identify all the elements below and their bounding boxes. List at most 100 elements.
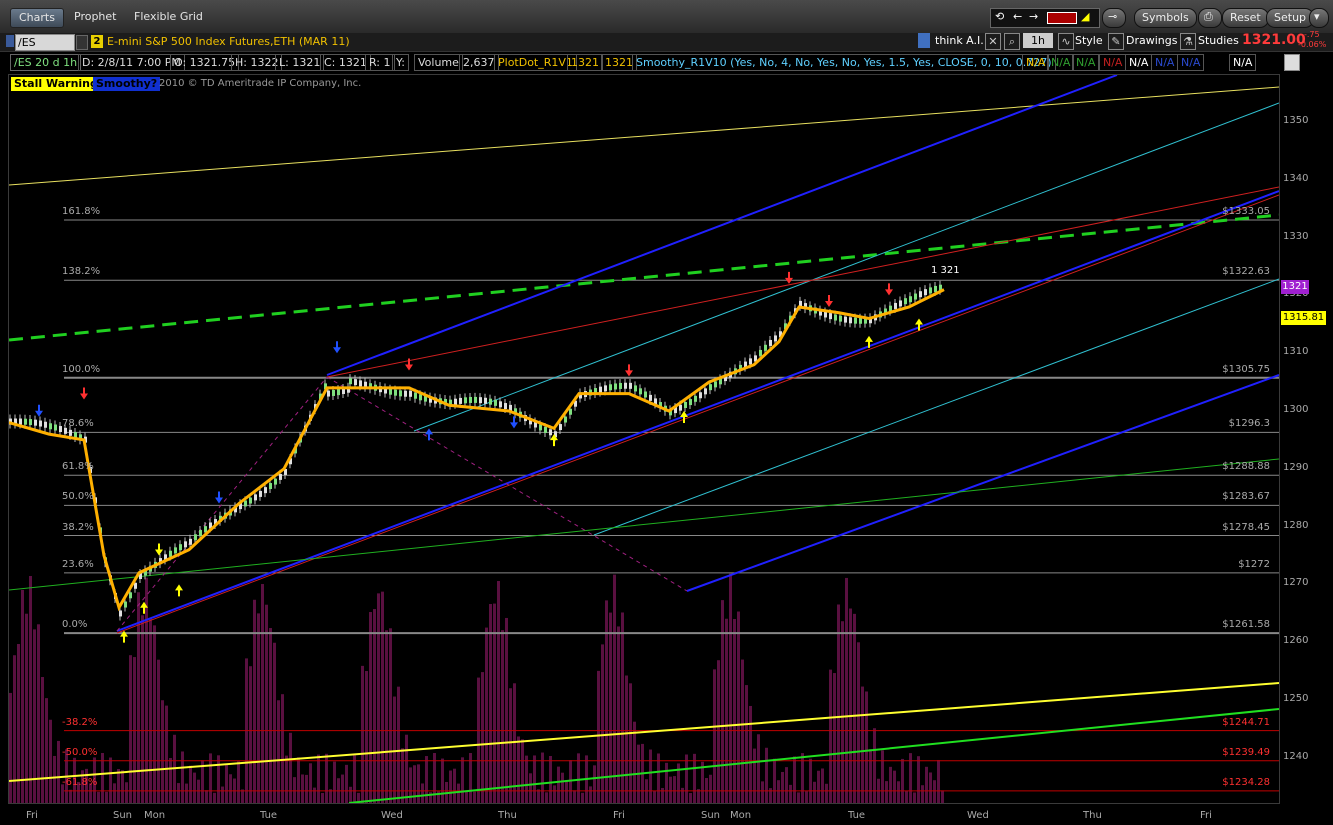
volume-bar bbox=[649, 749, 652, 803]
resize-icon[interactable]: ◢ bbox=[1081, 10, 1089, 23]
volume-bar bbox=[849, 608, 852, 803]
candle-body bbox=[454, 398, 457, 405]
link-icon[interactable]: ⊸ bbox=[1102, 8, 1126, 28]
tab-flexible-grid[interactable]: Flexible Grid bbox=[126, 8, 211, 26]
undo-icon[interactable]: ⟲ bbox=[995, 10, 1004, 23]
volume-bar bbox=[665, 762, 668, 803]
studies-button[interactable]: Studies bbox=[1198, 34, 1239, 47]
top-toolbar: Charts Prophet Flexible Grid ⟲ ← → ◢ ⊸ S… bbox=[0, 0, 1333, 34]
candle-body bbox=[479, 397, 482, 404]
red-channel-line bbox=[116, 194, 1279, 634]
studies-icon[interactable]: ⚗ bbox=[1180, 33, 1196, 50]
symbol-description: E-mini S&P 500 Index Futures,ETH (MAR 11… bbox=[107, 35, 350, 48]
forward-icon[interactable]: → bbox=[1029, 10, 1038, 23]
volume-bar bbox=[333, 761, 336, 803]
candle-body bbox=[34, 419, 37, 426]
volume-bar bbox=[857, 642, 860, 803]
candle-body bbox=[409, 390, 412, 397]
interval-select[interactable]: 1h bbox=[1023, 33, 1053, 48]
volume-bar bbox=[149, 617, 152, 803]
fib-price-label: $1322.63 bbox=[1222, 266, 1270, 278]
green-dashed-trendline bbox=[9, 213, 1279, 342]
last-price-annotation: 1 321 bbox=[931, 265, 960, 276]
candle-body bbox=[629, 382, 632, 389]
candle-body bbox=[404, 390, 407, 397]
volume-bar bbox=[169, 758, 172, 803]
crosshair-icon[interactable]: ✕ bbox=[985, 33, 1001, 50]
smoothy-study[interactable]: Smoothy_R1V10 (Yes, No, 4, No, Yes, No, … bbox=[632, 54, 1056, 71]
volume-bar bbox=[841, 621, 844, 803]
candle-body bbox=[544, 426, 547, 433]
volume-bar bbox=[813, 781, 816, 803]
volume-bar bbox=[317, 754, 320, 803]
volume-bar bbox=[529, 773, 532, 803]
pitchfork-upper-line bbox=[326, 75, 1118, 376]
link-group-badge[interactable]: 2 bbox=[91, 35, 103, 48]
candle-body bbox=[29, 419, 32, 426]
expand-icon[interactable] bbox=[1284, 54, 1300, 71]
candle-body bbox=[909, 296, 912, 303]
fib-price-label: $1305.75 bbox=[1222, 363, 1270, 375]
volume-bar bbox=[217, 755, 220, 803]
candle-body bbox=[129, 592, 132, 599]
tab-charts[interactable]: Charts bbox=[10, 8, 64, 28]
think-icon[interactable] bbox=[918, 33, 930, 48]
drawings-button[interactable]: Drawings bbox=[1126, 34, 1177, 47]
symbol-dropdown-icon[interactable] bbox=[76, 35, 88, 50]
candle-body bbox=[169, 550, 172, 557]
candle-body bbox=[614, 383, 617, 390]
setup-button[interactable]: Setup bbox=[1266, 8, 1315, 28]
fib-price-label: $1244.71 bbox=[1222, 716, 1270, 728]
volume-bar bbox=[57, 740, 60, 803]
volume-bar bbox=[937, 759, 940, 803]
fib-percent-label: 78.6% bbox=[62, 418, 94, 430]
reset-button[interactable]: Reset bbox=[1222, 8, 1269, 28]
volume-bar bbox=[125, 782, 128, 803]
volume-bar bbox=[269, 628, 272, 803]
volume-bar bbox=[345, 764, 348, 803]
volume-bar bbox=[157, 659, 160, 803]
volume-bar bbox=[417, 764, 420, 803]
drawings-icon[interactable]: ✎ bbox=[1108, 33, 1124, 50]
volume-bar bbox=[145, 577, 148, 803]
volume-bar bbox=[669, 776, 672, 803]
fib-price-label: $1283.67 bbox=[1222, 491, 1270, 503]
print-icon[interactable]: ⎙ bbox=[1198, 8, 1222, 28]
volume-bar bbox=[513, 683, 516, 803]
up-arrow-icon bbox=[680, 411, 688, 423]
volume-bar bbox=[117, 768, 120, 803]
volume-bar bbox=[141, 615, 144, 803]
candle-body bbox=[689, 399, 692, 406]
candle-body bbox=[774, 335, 777, 342]
fib-price-label: $1261.58 bbox=[1222, 619, 1270, 631]
time-tick: Sun bbox=[701, 810, 721, 821]
volume-bar bbox=[441, 758, 444, 803]
back-icon[interactable]: ← bbox=[1013, 10, 1022, 23]
chart-type-icon[interactable]: ∿ bbox=[1058, 33, 1074, 50]
chart-plot-area[interactable]: Stall Warning Smoothy? 2010 © TD Ameritr… bbox=[8, 74, 1280, 804]
volume-bar bbox=[749, 705, 752, 803]
style-button[interactable]: Style bbox=[1075, 34, 1103, 47]
candle-body bbox=[834, 314, 837, 321]
volume-bar bbox=[825, 783, 828, 803]
fib-price-label: $1239.49 bbox=[1222, 746, 1270, 758]
think-ai-button[interactable]: think A.I. bbox=[935, 34, 984, 47]
volume-bar bbox=[573, 790, 576, 803]
volume-bar bbox=[389, 628, 392, 803]
zoom-icon[interactable]: ⌕ bbox=[1004, 33, 1020, 50]
volume-bar bbox=[25, 613, 28, 803]
smoothy-badge: Smoothy? bbox=[93, 77, 161, 91]
down-arrow-icon bbox=[785, 271, 793, 284]
tab-prophet[interactable]: Prophet bbox=[66, 8, 125, 26]
candle-body bbox=[274, 478, 277, 485]
volume-bar bbox=[885, 781, 888, 803]
candle-body bbox=[854, 317, 857, 324]
down-arrow-icon bbox=[825, 294, 833, 307]
symbols-button[interactable]: Symbols bbox=[1134, 8, 1197, 28]
candle-body bbox=[904, 298, 907, 305]
menu-icon[interactable]: ▾ bbox=[1309, 8, 1329, 28]
close-value: C: 1321 bbox=[320, 54, 371, 71]
ma-price-tag: 1315.81 bbox=[1281, 311, 1326, 325]
symbol-input[interactable]: /ES bbox=[15, 34, 75, 51]
plotdot-study[interactable]: PlotDot_R1V1 bbox=[494, 54, 577, 71]
